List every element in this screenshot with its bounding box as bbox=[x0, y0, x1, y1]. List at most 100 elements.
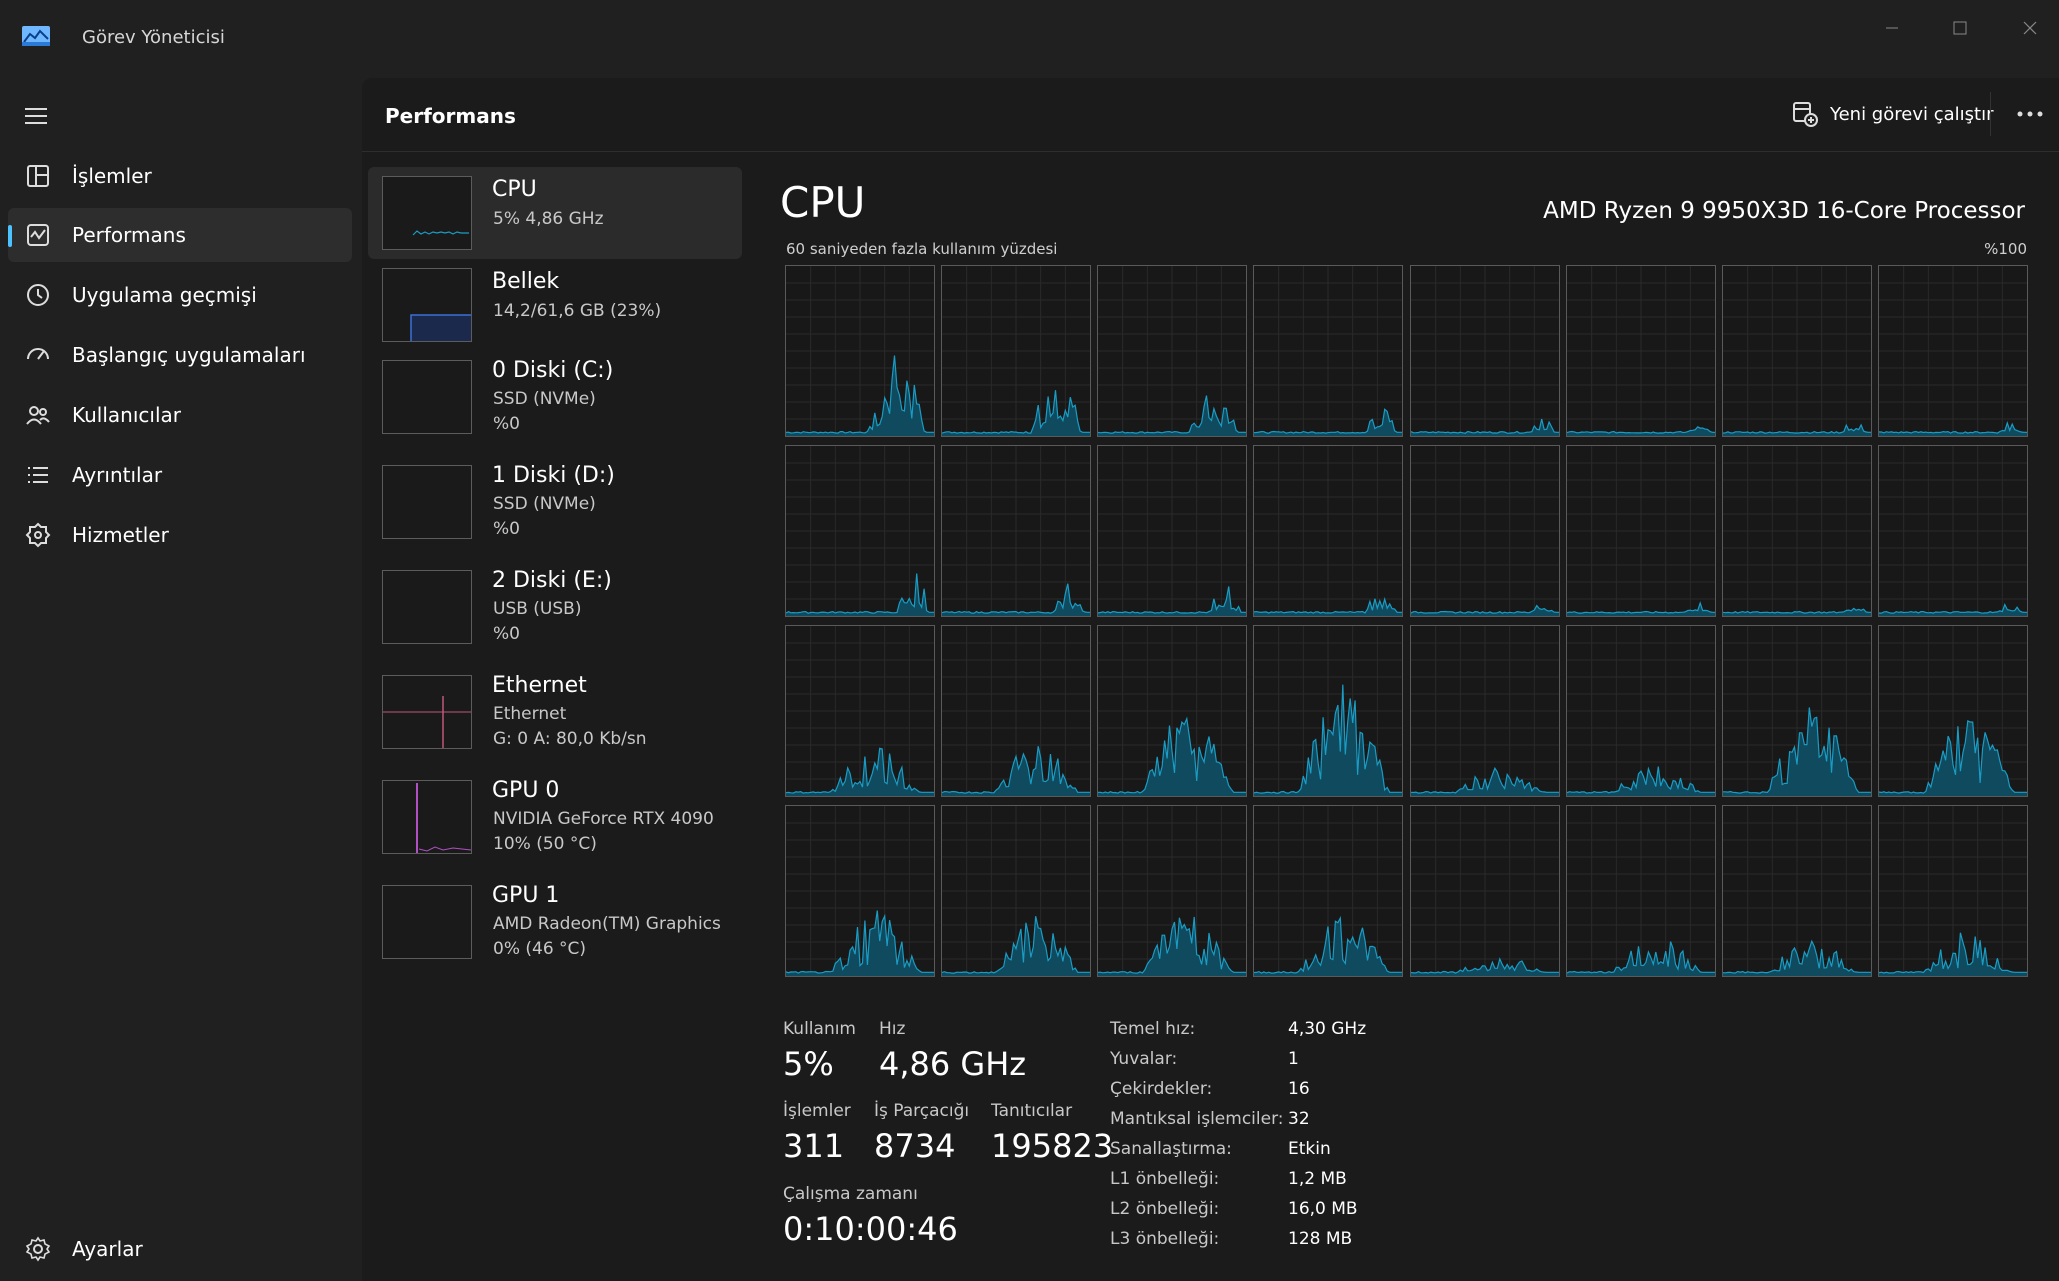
device-thumbnail bbox=[382, 780, 472, 854]
hamburger-menu-icon[interactable] bbox=[22, 102, 50, 130]
history-icon bbox=[27, 284, 49, 306]
core-graph bbox=[785, 805, 935, 977]
nav-item-processes[interactable]: İşlemler bbox=[8, 149, 352, 203]
usage-value: 5% bbox=[783, 1045, 834, 1083]
active-indicator bbox=[8, 225, 12, 247]
device-thumbnail bbox=[382, 465, 472, 539]
l1-cache-value: 1,2 MB bbox=[1288, 1169, 1347, 1189]
close-button[interactable] bbox=[1998, 8, 2059, 48]
device-gpu-0[interactable]: GPU 0 NVIDIA GeForce RTX 4090 10% (50 °C… bbox=[368, 771, 742, 863]
device-thumbnail bbox=[382, 176, 472, 250]
performance-icon bbox=[27, 224, 49, 246]
core-graph bbox=[1878, 625, 2028, 797]
core-graph bbox=[1878, 805, 2028, 977]
core-activity-chart bbox=[1411, 626, 1559, 796]
core-graph bbox=[1410, 265, 1560, 437]
virtualization-label: Sanallaştırma: bbox=[1110, 1139, 1232, 1159]
minimize-button[interactable] bbox=[1860, 8, 1924, 48]
nav-item-label: Performans bbox=[72, 223, 186, 247]
core-graph bbox=[1097, 625, 1247, 797]
device-cpu[interactable]: CPU 5% 4,86 GHz bbox=[368, 167, 742, 259]
device-thumbnail bbox=[382, 360, 472, 434]
nav-item-services[interactable]: Hizmetler bbox=[8, 508, 352, 562]
l3-cache-value: 128 MB bbox=[1288, 1229, 1353, 1249]
settings-button[interactable]: Ayarlar bbox=[8, 1224, 352, 1274]
device-line2: %0 bbox=[493, 414, 520, 434]
cpu-title: CPU bbox=[780, 178, 866, 227]
maximize-button[interactable] bbox=[1928, 8, 1992, 48]
processes-label: İşlemler bbox=[783, 1101, 851, 1121]
core-activity-chart bbox=[1411, 266, 1559, 436]
l2-cache-value: 16,0 MB bbox=[1288, 1199, 1358, 1219]
core-activity-chart bbox=[1879, 806, 2027, 976]
run-new-task-button[interactable]: Yeni görevi çalıştır bbox=[1780, 94, 2005, 134]
core-activity-chart bbox=[1098, 446, 1246, 616]
core-activity-chart bbox=[942, 626, 1090, 796]
more-icon bbox=[2017, 111, 2043, 117]
device-name: 2 Diski (E:) bbox=[492, 568, 612, 593]
core-activity-chart bbox=[1254, 266, 1402, 436]
gear-icon bbox=[25, 1236, 51, 1262]
logical-processors-value: 32 bbox=[1288, 1109, 1310, 1129]
core-activity-chart bbox=[1567, 446, 1715, 616]
device-line1: 14,2/61,6 GB (23%) bbox=[493, 301, 662, 321]
handles-label: Tanıtıcılar bbox=[991, 1101, 1073, 1121]
more-options-button[interactable] bbox=[2008, 96, 2052, 132]
device-line1: Ethernet bbox=[493, 704, 567, 724]
run-new-task-label: Yeni görevi çalıştır bbox=[1830, 103, 1994, 125]
sockets-label: Yuvalar: bbox=[1110, 1049, 1178, 1069]
device-gpu-1[interactable]: GPU 1 AMD Radeon(TM) Graphics 0% (46 °C) bbox=[368, 876, 742, 968]
core-activity-chart bbox=[1254, 626, 1402, 796]
navigation-pane: İşlemler Performans Uygulama geçmişi Baş… bbox=[0, 78, 362, 1281]
core-activity-chart bbox=[1254, 806, 1402, 976]
core-activity-chart bbox=[1254, 446, 1402, 616]
nav-item-startup-apps[interactable]: Başlangıç uygulamaları bbox=[8, 328, 352, 382]
page-title: Performans bbox=[385, 104, 516, 128]
core-activity-chart bbox=[1723, 626, 1871, 796]
core-activity-chart bbox=[786, 266, 934, 436]
uptime-label: Çalışma zamanı bbox=[783, 1184, 918, 1204]
startup-icon bbox=[27, 348, 49, 360]
core-activity-chart bbox=[1098, 266, 1246, 436]
device-line1: SSD (NVMe) bbox=[493, 389, 596, 409]
core-activity-chart bbox=[1879, 446, 2027, 616]
device-line1: USB (USB) bbox=[493, 599, 582, 619]
page-header: Performans Yeni görevi çalıştır bbox=[362, 78, 2059, 152]
core-activity-chart bbox=[1723, 446, 1871, 616]
speed-label: Hız bbox=[879, 1019, 906, 1039]
device-disk-0[interactable]: 0 Diski (C:) SSD (NVMe) %0 bbox=[368, 351, 742, 443]
device-memory[interactable]: Bellek 14,2/61,6 GB (23%) bbox=[368, 259, 742, 351]
nav-item-performance[interactable]: Performans bbox=[8, 208, 352, 262]
device-disk-2[interactable]: 2 Diski (E:) USB (USB) %0 bbox=[368, 561, 742, 653]
l2-cache-label: L2 önbelleği: bbox=[1110, 1199, 1220, 1219]
core-graph bbox=[1253, 805, 1403, 977]
nav-item-details[interactable]: Ayrıntılar bbox=[8, 448, 352, 502]
device-name: Bellek bbox=[492, 269, 560, 294]
logical-processor-graphs bbox=[785, 265, 2028, 977]
l1-cache-label: L1 önbelleği: bbox=[1110, 1169, 1220, 1189]
core-graph bbox=[941, 265, 1091, 437]
device-ethernet[interactable]: Ethernet Ethernet G: 0 A: 80,0 Kb/sn bbox=[368, 666, 742, 758]
nav-item-users[interactable]: Kullanıcılar bbox=[8, 388, 352, 442]
core-graph bbox=[1878, 445, 2028, 617]
core-graph bbox=[1722, 265, 1872, 437]
main-panel: Performans Yeni görevi çalıştır CPU 5% 4… bbox=[362, 78, 2059, 1281]
cpu-thumbnail-graph bbox=[412, 230, 469, 236]
core-graph bbox=[941, 805, 1091, 977]
device-line2: 10% (50 °C) bbox=[493, 834, 597, 854]
device-line1: NVIDIA GeForce RTX 4090 bbox=[493, 809, 714, 829]
settings-label: Ayarlar bbox=[72, 1237, 143, 1261]
nav-item-app-history[interactable]: Uygulama geçmişi bbox=[8, 268, 352, 322]
chart-max-label: %100 bbox=[1984, 240, 2027, 258]
services-icon bbox=[25, 522, 51, 548]
cores-value: 16 bbox=[1288, 1079, 1310, 1099]
base-speed-label: Temel hız: bbox=[1110, 1019, 1196, 1039]
cpu-model: AMD Ryzen 9 9950X3D 16-Core Processor bbox=[1543, 198, 2025, 224]
users-icon bbox=[26, 406, 50, 425]
device-disk-1[interactable]: 1 Diski (D:) SSD (NVMe) %0 bbox=[368, 456, 742, 548]
sockets-value: 1 bbox=[1288, 1049, 1299, 1069]
nav-item-label: Uygulama geçmişi bbox=[72, 283, 257, 307]
core-graph bbox=[1410, 805, 1560, 977]
core-graph bbox=[941, 445, 1091, 617]
core-graph bbox=[1097, 805, 1247, 977]
